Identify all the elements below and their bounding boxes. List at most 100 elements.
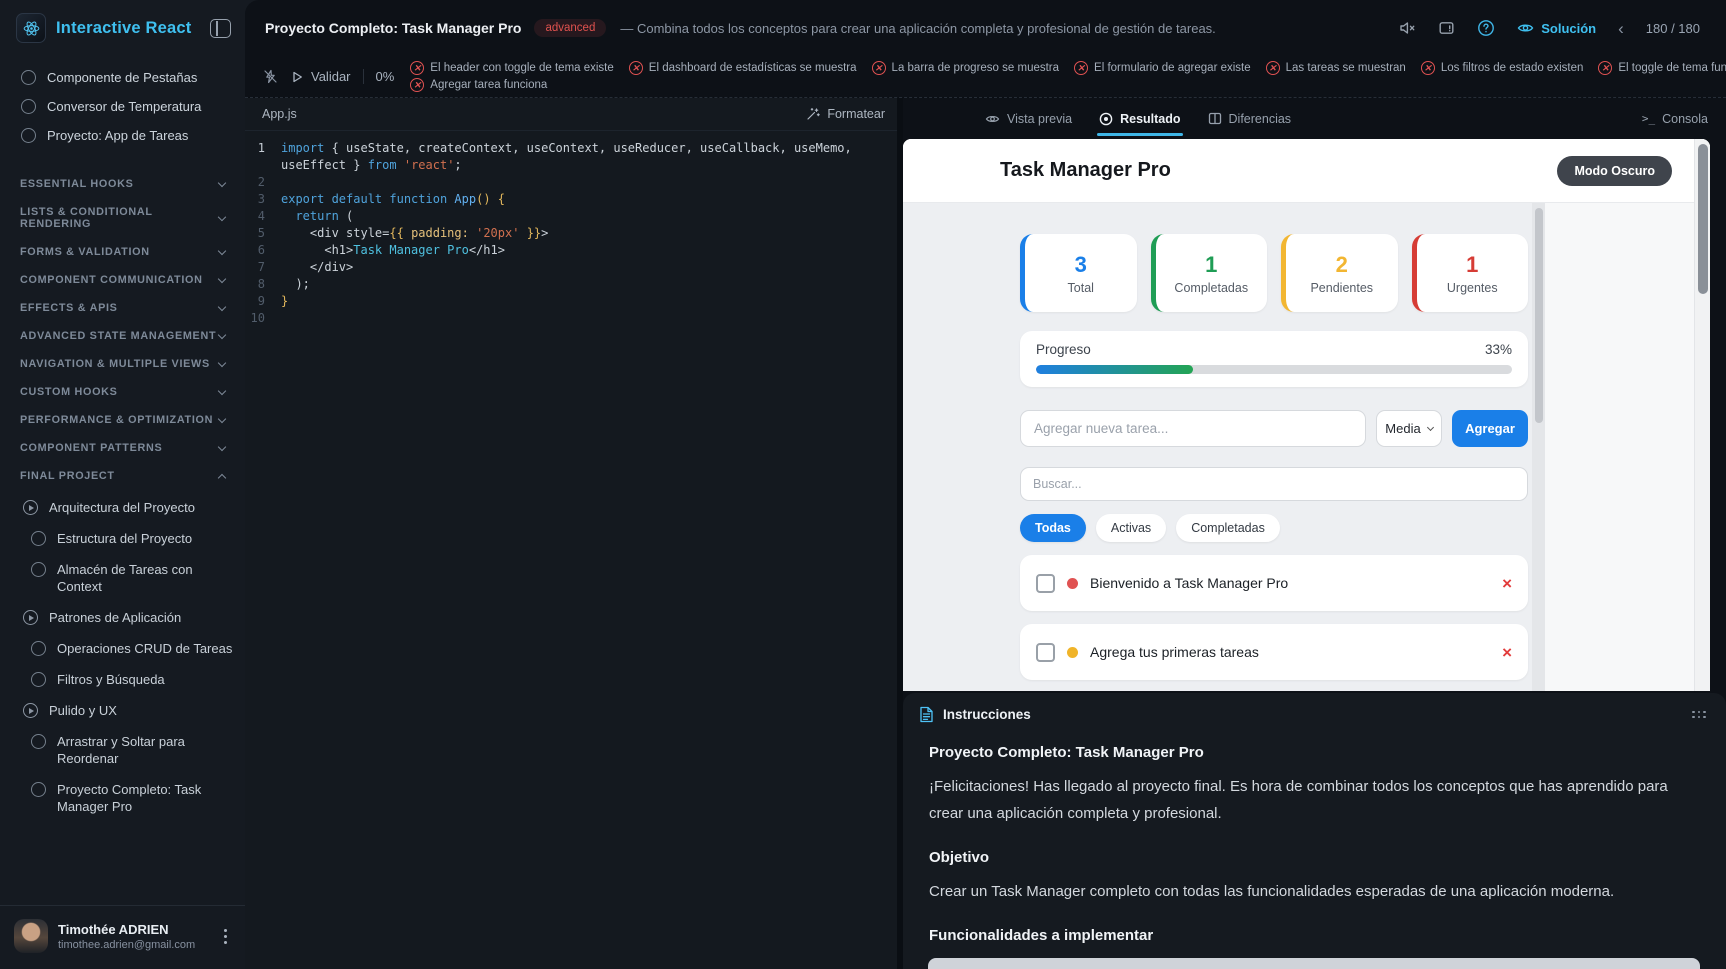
- sidebar-item[interactable]: Conversor de Temperatura: [0, 92, 245, 121]
- sidebar-item[interactable]: Componente de Pestañas: [0, 63, 245, 92]
- lesson-label: Almacén de Tareas con Context: [57, 562, 193, 594]
- instructions-heading: Proyecto Completo: Task Manager Pro: [929, 744, 1204, 761]
- check-label: El toggle de tema funciona: [1618, 62, 1726, 74]
- tab-diferencias[interactable]: Diferencias: [1208, 112, 1291, 126]
- play-icon: [293, 71, 302, 82]
- lesson-label: Patrones de Aplicación: [49, 610, 182, 625]
- lesson-item[interactable]: Operaciones CRUD de Tareas: [0, 633, 245, 664]
- terminal-icon: >_: [1641, 112, 1656, 125]
- stat-card: 1 Completadas: [1150, 234, 1267, 312]
- solution-label: Solución: [1541, 20, 1597, 36]
- sidebar-section-header[interactable]: NAVIGATION & MULTIPLE VIEWS: [0, 350, 245, 378]
- lesson-status-icon: [23, 610, 38, 625]
- sidebar-section-header[interactable]: PERFORMANCE & OPTIMIZATION: [0, 406, 245, 434]
- flash-off-icon[interactable]: [263, 69, 278, 84]
- priority-dot-icon: [1067, 577, 1078, 589]
- lesson-status-icon: [31, 641, 46, 656]
- add-task-button[interactable]: Agregar: [1452, 410, 1528, 447]
- wand-icon: [807, 108, 821, 120]
- sidebar-section-header[interactable]: LISTS & CONDITIONAL RENDERING: [0, 198, 245, 238]
- lesson-label: Arrastrar y Soltar para Reordenar: [57, 734, 185, 766]
- validation-check: ✕ Las tareas se muestran: [1265, 61, 1406, 75]
- add-task-form: Media Agregar: [1020, 410, 1528, 447]
- filter-pill[interactable]: Activas: [1095, 514, 1167, 542]
- prev-lesson-chevron[interactable]: ‹: [1618, 20, 1624, 37]
- user-menu-kebab-icon[interactable]: [218, 925, 233, 948]
- task-app-body: 3 Total 1 Completadas 2 Pendientes 1 Urg…: [903, 203, 1532, 691]
- lesson-item[interactable]: Arquitectura del Proyecto: [0, 492, 245, 523]
- stat-card: 1 Urgentes: [1411, 234, 1528, 312]
- new-task-input[interactable]: [1020, 410, 1366, 447]
- filter-pill[interactable]: Completadas: [1176, 514, 1280, 542]
- sidebar-section-header[interactable]: FORMS & VALIDATION: [0, 238, 245, 266]
- tab-resultado[interactable]: Resultado: [1097, 112, 1183, 136]
- solution-button[interactable]: Solución: [1517, 21, 1596, 36]
- validate-label: Validar: [311, 69, 351, 84]
- filter-pill[interactable]: Todas: [1020, 514, 1086, 542]
- stat-label: Pendientes: [1310, 280, 1374, 295]
- fail-circle-icon: ✕: [410, 78, 425, 92]
- lesson-label: Filtros y Búsqueda: [57, 672, 165, 687]
- document-icon: [920, 706, 933, 723]
- lesson-item[interactable]: Pulido y UX: [0, 695, 245, 726]
- tab-vista-previa[interactable]: Vista previa: [985, 112, 1072, 126]
- checks-row-2: ✕ Agregar tarea funciona: [410, 78, 1726, 92]
- validate-button[interactable]: Validar: [292, 69, 351, 84]
- sidebar-section-header[interactable]: ADVANCED STATE MANAGEMENT: [0, 322, 245, 350]
- sidebar-section-header[interactable]: COMPONENT PATTERNS: [0, 434, 245, 462]
- lesson-item[interactable]: Patrones de Aplicación: [0, 602, 245, 633]
- fail-circle-icon: ✕: [1598, 61, 1613, 75]
- validation-bar: Validar 0% ✕ El header con toggle de tem…: [245, 56, 1726, 97]
- help-icon[interactable]: [1477, 19, 1495, 37]
- lesson-status-icon: [31, 562, 46, 577]
- lesson-item[interactable]: Arrastrar y Soltar para Reordenar: [0, 726, 245, 774]
- fail-circle-icon: ✕: [410, 61, 425, 75]
- sidebar-section-header[interactable]: EFFECTS & APIS: [0, 294, 245, 322]
- sidebar-top-items: Componente de Pestañas Conversor de Temp…: [0, 63, 245, 150]
- avatar[interactable]: [14, 919, 48, 953]
- report-icon[interactable]: [1438, 20, 1455, 36]
- top-header: Proyecto Completo: Task Manager Pro adva…: [245, 0, 1726, 56]
- lesson-item[interactable]: Almacén de Tareas con Context: [0, 554, 245, 602]
- preview-scrollbar[interactable]: [1694, 139, 1710, 691]
- search-input[interactable]: [1020, 467, 1528, 501]
- chevron-down-icon: [217, 414, 227, 423]
- sidebar-sections: ESSENTIAL HOOKS LISTS & CONDITIONAL REND…: [0, 170, 245, 462]
- task-checkbox[interactable]: [1036, 642, 1055, 662]
- sidebar-item[interactable]: Proyecto: App de Tareas: [0, 121, 245, 150]
- priority-select[interactable]: Media: [1376, 410, 1442, 447]
- theme-toggle-button[interactable]: Modo Oscuro: [1557, 155, 1672, 186]
- lesson-status-icon: [23, 500, 38, 515]
- lesson-item[interactable]: Estructura del Proyecto: [0, 523, 245, 554]
- drag-handle-icon[interactable]: [1688, 707, 1710, 723]
- task-list-scrollbar[interactable]: [1532, 203, 1545, 691]
- task-list: Bienvenido a Task Manager Pro × Agrega t…: [1020, 555, 1528, 680]
- lesson-progress-count: 180 / 180: [1645, 20, 1700, 36]
- lesson-status-icon: [31, 734, 46, 749]
- delete-task-button[interactable]: ×: [1502, 644, 1512, 661]
- validation-check: ✕ El header con toggle de tema existe: [410, 61, 614, 75]
- sidebar-collapse-icon[interactable]: [210, 18, 231, 38]
- app-logo-icon: [16, 13, 46, 43]
- logo-row: Interactive React: [0, 0, 245, 53]
- editor-file-tab[interactable]: App.js: [262, 107, 297, 121]
- user-name: Timothée ADRIEN: [58, 921, 169, 937]
- sidebar-section-header[interactable]: ESSENTIAL HOOKS: [0, 170, 245, 198]
- task-title: Agrega tus primeras tareas: [1090, 644, 1259, 660]
- task-app-header: Task Manager Pro Modo Oscuro: [903, 139, 1710, 203]
- lesson-status-icon: [23, 703, 38, 718]
- sidebar-section-header[interactable]: COMPONENT COMMUNICATION: [0, 266, 245, 294]
- format-button[interactable]: Formatear: [806, 107, 885, 121]
- section-label: COMPONENT COMMUNICATION: [20, 274, 203, 286]
- lesson-item[interactable]: Proyecto Completo: Task Manager Pro: [0, 774, 245, 822]
- lesson-label: Estructura del Proyecto: [57, 531, 193, 546]
- tab-consola[interactable]: >_ Consola: [1642, 112, 1726, 126]
- delete-task-button[interactable]: ×: [1502, 575, 1512, 592]
- sidebar-section-final-project[interactable]: FINAL PROJECT: [0, 462, 245, 490]
- sidebar-section-header[interactable]: CUSTOM HOOKS: [0, 378, 245, 406]
- lesson-item[interactable]: Filtros y Búsqueda: [0, 664, 245, 695]
- mute-icon[interactable]: [1399, 20, 1416, 36]
- task-checkbox[interactable]: [1036, 573, 1055, 593]
- code-lines[interactable]: 1 import { useState, createContext, useCo…: [245, 131, 897, 969]
- stat-value: 2: [1335, 251, 1348, 277]
